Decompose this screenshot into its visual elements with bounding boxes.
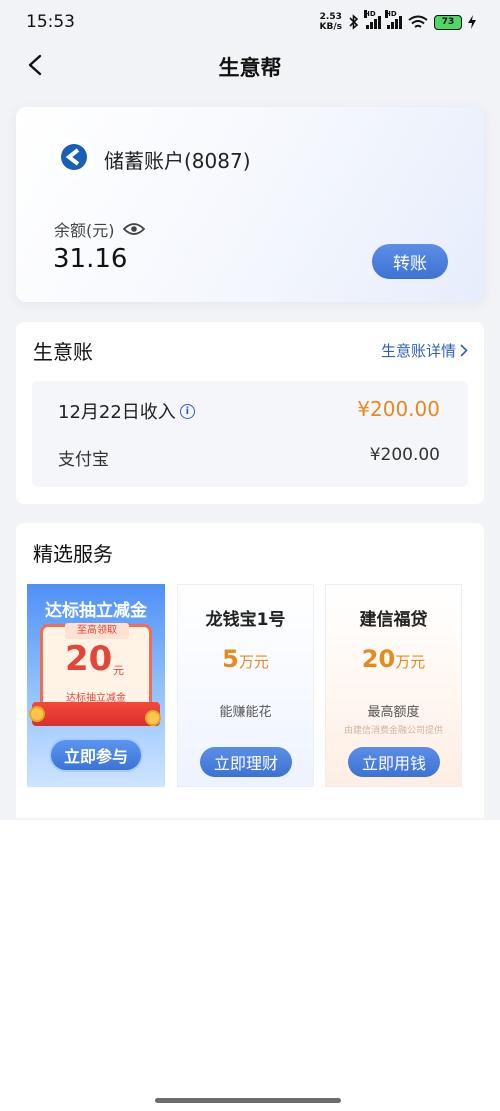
promo-coupon: 至高领取 20 元 达标抽立减金 bbox=[40, 623, 152, 710]
transfer-button[interactable]: 转账 bbox=[372, 244, 448, 279]
product-amount-unit: 万元 bbox=[395, 653, 426, 671]
promo-banner[interactable]: 达标抽立减金 至高领取 20 元 达标抽立减金 立即参与 bbox=[27, 584, 165, 787]
bluetooth-icon bbox=[349, 14, 359, 30]
business-summary: 12月22日收入 i ¥200.00 支付宝 ¥200.00 bbox=[32, 381, 468, 487]
product-desc: 最高额度 bbox=[367, 705, 420, 720]
services-card: 精选服务 达标抽立减金 至高领取 20 元 达标抽立减金 立即参与 龙钱宝1号 … bbox=[16, 523, 484, 818]
coin-icon bbox=[145, 710, 161, 726]
balance-value: 31.16 bbox=[53, 244, 128, 274]
borrow-button[interactable]: 立即用钱 bbox=[348, 747, 440, 777]
balance-label: 余额(元) bbox=[54, 221, 115, 240]
status-time: 15:53 bbox=[26, 12, 75, 32]
business-detail-label: 生意账详情 bbox=[380, 342, 456, 360]
coin-icon bbox=[29, 706, 45, 722]
product-card[interactable]: 建信福贷 20万元 最高额度 由建信消费金融公司提供 立即用钱 bbox=[325, 584, 462, 787]
chevron-right-icon bbox=[460, 344, 468, 357]
network-speed-unit: KB/s bbox=[319, 22, 342, 32]
status-bar: 15:53 2.53 KB/s HD HD 73 bbox=[0, 0, 500, 44]
home-indicator[interactable] bbox=[155, 1098, 341, 1103]
network-speed: 2.53 KB/s bbox=[320, 12, 342, 32]
product-amount-value: 20 bbox=[361, 645, 396, 673]
account-name: 储蓄账户(8087) bbox=[104, 149, 251, 173]
product-amount: 20万元 bbox=[326, 645, 461, 673]
signal-icon: HD bbox=[364, 10, 381, 29]
account-card: 储蓄账户(8087) 余额(元) 31.16 转账 bbox=[16, 107, 484, 302]
hd-badge: HD bbox=[364, 10, 376, 18]
promo-amount: 20 bbox=[65, 639, 113, 679]
business-account-card: 生意账 生意账详情 12月22日收入 i ¥200.00 支付宝 ¥200.00 bbox=[16, 322, 484, 504]
promo-unit: 元 bbox=[113, 664, 124, 677]
channel-amount: ¥200.00 bbox=[369, 445, 440, 465]
services-title: 精选服务 bbox=[33, 542, 113, 566]
business-detail-link[interactable]: 生意账详情 bbox=[381, 340, 468, 361]
income-date-row: 12月22日收入 i bbox=[58, 398, 195, 424]
balance-label-row: 余额(元) bbox=[54, 217, 145, 241]
product-amount: 5万元 bbox=[178, 645, 313, 673]
invest-button[interactable]: 立即理财 bbox=[200, 747, 292, 777]
product-name: 建信福贷 bbox=[359, 610, 428, 630]
product-card[interactable]: 龙钱宝1号 5万元 能赚能花 立即理财 bbox=[177, 584, 314, 787]
signal-icon: HD bbox=[385, 10, 402, 29]
promo-wallet-graphic bbox=[32, 702, 160, 726]
product-amount-unit: 万元 bbox=[238, 653, 269, 671]
product-name: 龙钱宝1号 bbox=[205, 610, 286, 630]
eye-icon[interactable] bbox=[122, 222, 145, 236]
product-amount-value: 5 bbox=[222, 645, 239, 673]
hd-badge: HD bbox=[385, 10, 397, 18]
page-title: 生意帮 bbox=[218, 56, 282, 80]
battery-level: 73 bbox=[441, 17, 455, 27]
income-amount: ¥200.00 bbox=[357, 397, 440, 421]
promo-tag: 至高领取 bbox=[65, 623, 129, 639]
product-provider: 由建信消费金融公司提供 bbox=[343, 726, 443, 736]
charging-icon bbox=[468, 15, 476, 29]
promo-headline: 达标抽立减金 bbox=[45, 601, 147, 621]
product-desc: 能赚能花 bbox=[219, 705, 272, 720]
status-icons: 2.53 KB/s HD HD 73 bbox=[320, 10, 476, 32]
battery-icon: 73 bbox=[434, 14, 462, 30]
network-speed-value: 2.53 bbox=[319, 12, 342, 22]
info-icon[interactable]: i bbox=[179, 403, 195, 419]
wifi-icon bbox=[408, 15, 428, 28]
channel-name: 支付宝 bbox=[58, 450, 109, 470]
business-title: 生意账 bbox=[33, 340, 93, 364]
promo-join-button[interactable]: 立即参与 bbox=[49, 738, 143, 772]
income-date: 12月22日收入 bbox=[58, 402, 176, 423]
bank-logo-icon bbox=[54, 137, 94, 177]
nav-bar: 生意帮 bbox=[0, 44, 500, 86]
